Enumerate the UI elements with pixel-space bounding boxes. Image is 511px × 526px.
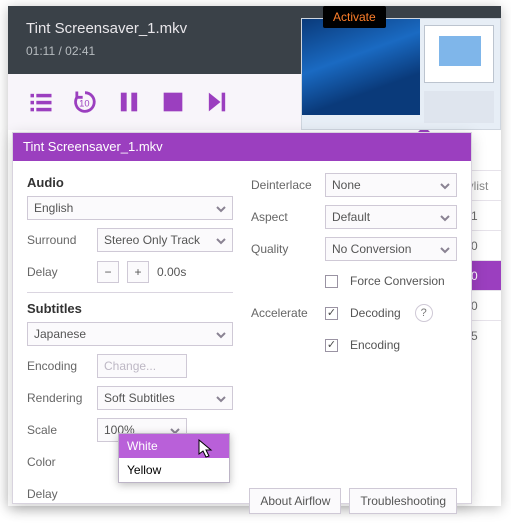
- rewind-10-icon[interactable]: 10: [70, 87, 100, 117]
- chevron-down-icon: [216, 329, 226, 339]
- accel-decoding-checkbox[interactable]: [325, 307, 338, 320]
- time-duration: 02:41: [65, 44, 95, 58]
- list-icon[interactable]: [26, 87, 56, 117]
- aspect-select[interactable]: Default: [325, 205, 457, 229]
- rendering-select[interactable]: Soft Subtitles: [97, 386, 233, 410]
- subtitle-track-select[interactable]: Japanese: [27, 322, 233, 346]
- accel-encoding-checkbox[interactable]: [325, 339, 338, 352]
- svg-text:10: 10: [79, 99, 89, 109]
- surround-label: Surround: [27, 233, 89, 247]
- next-icon[interactable]: [202, 87, 232, 117]
- file-title: Tint Screensaver_1.mkv: [26, 20, 187, 37]
- accelerate-label: Accelerate: [251, 306, 317, 320]
- popover-title: Tint Screensaver_1.mkv: [13, 133, 471, 161]
- aspect-label: Aspect: [251, 210, 317, 224]
- time-position: 01:11: [26, 44, 55, 58]
- thumbnail: [424, 25, 494, 83]
- force-conversion-label: Force Conversion: [350, 274, 445, 288]
- audio-delay-label: Delay: [27, 265, 89, 279]
- stop-icon[interactable]: [158, 87, 188, 117]
- quality-select[interactable]: No Conversion: [325, 237, 457, 261]
- accel-decoding-label: Decoding: [350, 306, 401, 320]
- quality-label: Quality: [251, 242, 317, 256]
- subtitles-section-title: Subtitles: [27, 301, 233, 316]
- chevron-down-icon: [440, 180, 450, 190]
- scale-label: Scale: [27, 423, 89, 437]
- help-icon[interactable]: ?: [415, 304, 433, 322]
- chevron-down-icon: [216, 203, 226, 213]
- preview-panel: [301, 18, 501, 130]
- delay-plus-button[interactable]: +: [127, 261, 149, 283]
- accel-encoding-label: Encoding: [350, 338, 400, 352]
- time-display: 01:11 / 02:41: [26, 44, 95, 58]
- troubleshooting-button[interactable]: Troubleshooting: [349, 488, 457, 514]
- force-conversion-checkbox[interactable]: [325, 275, 338, 288]
- chevron-down-icon: [216, 235, 226, 245]
- deinterlace-select[interactable]: None: [325, 173, 457, 197]
- pause-icon[interactable]: [114, 87, 144, 117]
- rendering-label: Rendering: [27, 391, 89, 405]
- chevron-down-icon: [216, 393, 226, 403]
- thumbnail-strip: [424, 91, 494, 123]
- audio-delay-value: 0.00s: [157, 265, 186, 279]
- cursor-icon: [198, 439, 214, 464]
- audio-section-title: Audio: [27, 175, 233, 190]
- surround-select[interactable]: Stereo Only Track: [97, 228, 233, 252]
- encoding-button[interactable]: Change...: [97, 354, 187, 378]
- right-column: Deinterlace None Aspect Default Quality: [251, 173, 457, 514]
- settings-popover: Tint Screensaver_1.mkv Audio English Sur…: [12, 132, 472, 504]
- activate-badge[interactable]: Activate: [323, 6, 386, 28]
- video-preview: [302, 19, 420, 115]
- subtitle-delay-label: Delay: [27, 487, 89, 501]
- chevron-down-icon: [440, 212, 450, 222]
- chevron-down-icon: [440, 244, 450, 254]
- about-button[interactable]: About Airflow: [249, 488, 341, 514]
- audio-track-select[interactable]: English: [27, 196, 233, 220]
- encoding-label: Encoding: [27, 359, 89, 373]
- delay-minus-button[interactable]: −: [97, 261, 119, 283]
- color-label: Color: [27, 455, 89, 469]
- deinterlace-label: Deinterlace: [251, 178, 317, 192]
